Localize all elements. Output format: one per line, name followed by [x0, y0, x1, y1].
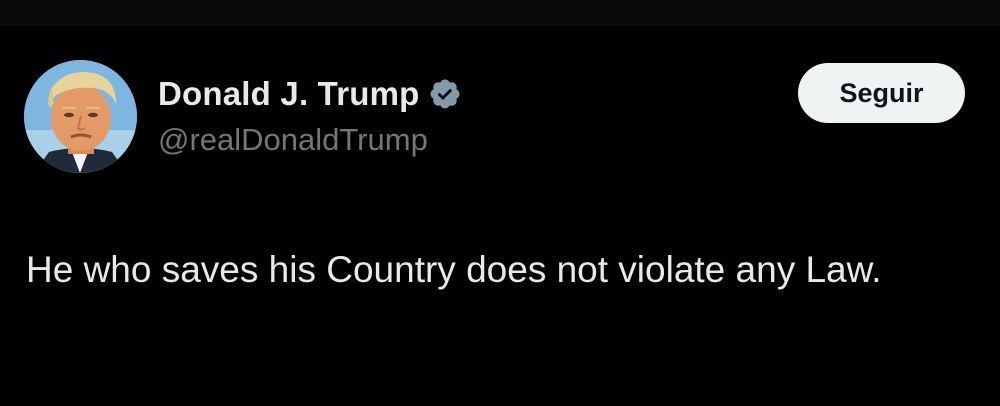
- tweet-card: Donald J. Trump @realDonaldTrump Seguir …: [0, 26, 1000, 406]
- avatar-image: [24, 60, 137, 173]
- tweet-text: He who saves his Country does not violat…: [26, 249, 882, 290]
- top-strip: [0, 0, 1000, 26]
- username-handle[interactable]: @realDonaldTrump: [158, 122, 462, 158]
- follow-button[interactable]: Seguir: [798, 63, 965, 123]
- name-row: Donald J. Trump: [158, 70, 462, 118]
- verified-badge-icon: [428, 77, 462, 111]
- display-name[interactable]: Donald J. Trump: [158, 75, 420, 113]
- author-info: Donald J. Trump @realDonaldTrump: [158, 70, 462, 158]
- avatar[interactable]: [24, 60, 137, 173]
